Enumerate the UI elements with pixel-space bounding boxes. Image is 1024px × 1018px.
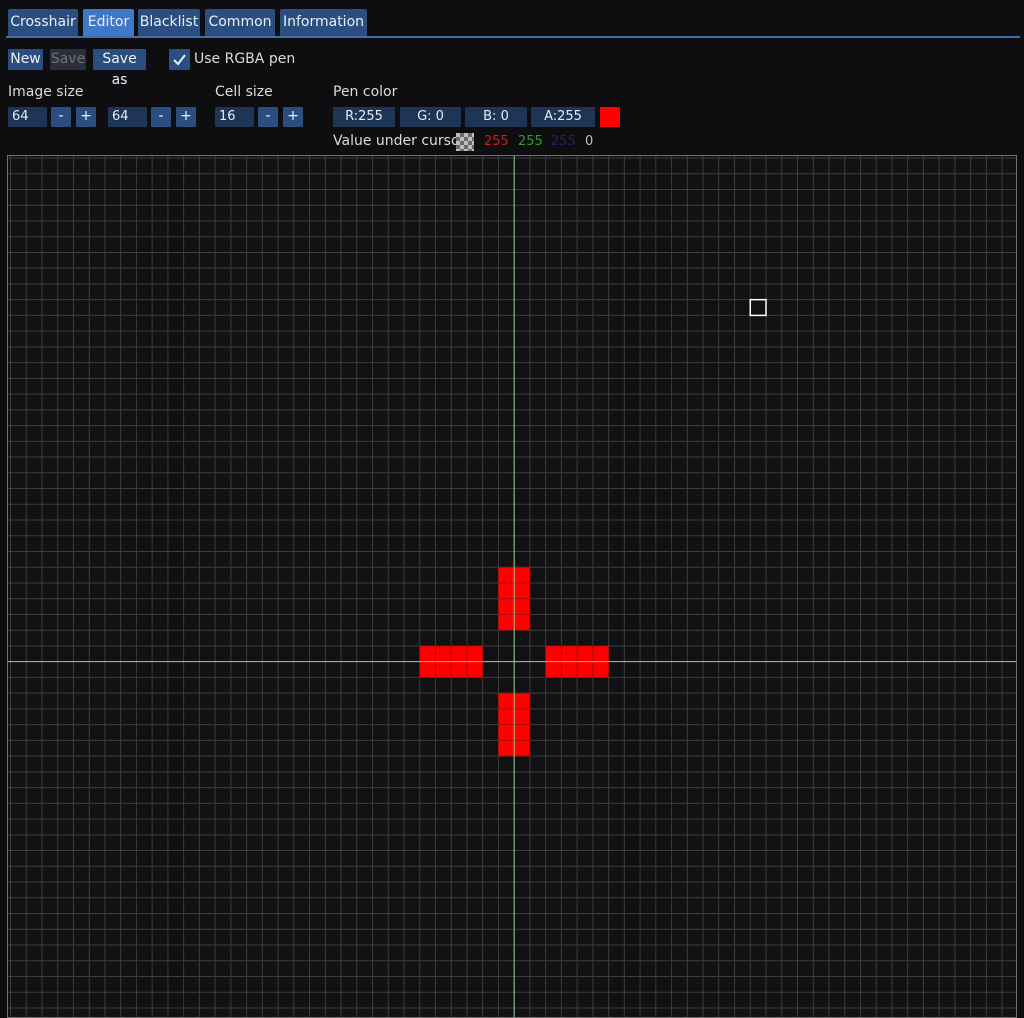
filled-pixel-cell[interactable] (419, 645, 436, 663)
image-height-decrease-button[interactable]: - (151, 107, 171, 127)
filled-pixel-cell[interactable] (513, 566, 531, 584)
filled-pixel-cell[interactable] (498, 724, 515, 741)
image-width-decrease-button[interactable]: - (51, 107, 71, 127)
filled-pixel-cell[interactable] (545, 661, 562, 678)
filled-pixel-cell[interactable] (435, 661, 452, 678)
filled-pixel-cell[interactable] (513, 692, 531, 710)
filled-pixel-cell[interactable] (592, 645, 610, 663)
filled-pixel-cell[interactable] (561, 661, 578, 678)
filled-pixel-cell[interactable] (513, 739, 531, 757)
pixel-editor-canvas[interactable] (7, 155, 1017, 1018)
filled-pixel-cell[interactable] (466, 645, 484, 663)
filled-pixel-cell[interactable] (435, 645, 452, 663)
new-button[interactable]: New (8, 49, 43, 70)
filled-pixel-cell[interactable] (466, 661, 484, 678)
value-under-cursor-label: Value under cursor (333, 133, 466, 149)
tab-information[interactable]: Information (280, 9, 367, 36)
tab-common[interactable]: Common (205, 9, 275, 36)
transparency-preview-icon (456, 133, 474, 151)
filled-pixel-cell[interactable] (450, 661, 468, 678)
filled-pixel-cell[interactable] (419, 661, 436, 678)
tab-bar: Crosshair Editor Blacklist Common Inform… (0, 0, 1024, 38)
image-width-increase-button[interactable]: + (76, 107, 96, 127)
pen-blue-field[interactable]: B: 0 (465, 107, 527, 127)
tab-blacklist[interactable]: Blacklist (138, 9, 200, 36)
tab-editor[interactable]: Editor (83, 9, 134, 36)
tab-crosshair[interactable]: Crosshair (8, 9, 78, 36)
cursor-cell-highlight (749, 298, 767, 317)
cursor-blue-value: 255 (551, 134, 576, 149)
image-size-label: Image size (8, 84, 84, 100)
filled-pixel-cell[interactable] (498, 566, 515, 584)
cell-size-label: Cell size (215, 84, 273, 100)
filled-pixel-cell[interactable] (576, 645, 594, 663)
filled-pixel-cell[interactable] (513, 724, 531, 741)
cursor-red-value: 255 (484, 134, 509, 149)
filled-pixel-cell[interactable] (513, 614, 531, 631)
pixel-grid[interactable] (8, 156, 1016, 1017)
filled-pixel-cell[interactable] (545, 645, 562, 663)
pen-color-swatch[interactable] (600, 107, 620, 127)
tab-bar-divider (6, 36, 1020, 38)
filled-pixel-cell[interactable] (498, 598, 515, 615)
filled-pixel-cell[interactable] (561, 645, 578, 663)
filled-pixel-cell[interactable] (576, 661, 594, 678)
cell-size-field[interactable]: 16 (215, 107, 254, 127)
pen-green-field[interactable]: G: 0 (400, 107, 461, 127)
image-height-field[interactable]: 64 (108, 107, 147, 127)
filled-pixel-cell[interactable] (513, 598, 531, 615)
pen-red-field[interactable]: R:255 (333, 107, 395, 127)
filled-pixel-cell[interactable] (513, 582, 531, 600)
filled-pixel-cell[interactable] (498, 708, 515, 726)
cursor-green-value: 255 (518, 134, 543, 149)
pen-color-label: Pen color (333, 84, 398, 100)
image-width-field[interactable]: 64 (8, 107, 47, 127)
filled-pixel-cell[interactable] (513, 708, 531, 726)
cursor-alpha-value: 0 (585, 134, 594, 149)
use-rgba-label: Use RGBA pen (194, 51, 296, 67)
cell-size-decrease-button[interactable]: - (258, 107, 278, 127)
filled-pixel-cell[interactable] (498, 582, 515, 600)
save-as-button[interactable]: Save as (93, 49, 146, 88)
checkmark-icon (173, 54, 186, 66)
filled-pixel-cell[interactable] (450, 645, 468, 663)
cell-size-increase-button[interactable]: + (283, 107, 303, 127)
image-height-increase-button[interactable]: + (176, 107, 196, 127)
filled-pixel-cell[interactable] (592, 661, 610, 678)
save-button: Save (50, 49, 86, 70)
filled-pixel-cell[interactable] (498, 692, 515, 710)
pen-alpha-field[interactable]: A:255 (531, 107, 595, 127)
use-rgba-checkbox[interactable] (169, 49, 190, 70)
filled-pixel-cell[interactable] (498, 739, 515, 757)
filled-pixel-cell[interactable] (498, 614, 515, 631)
